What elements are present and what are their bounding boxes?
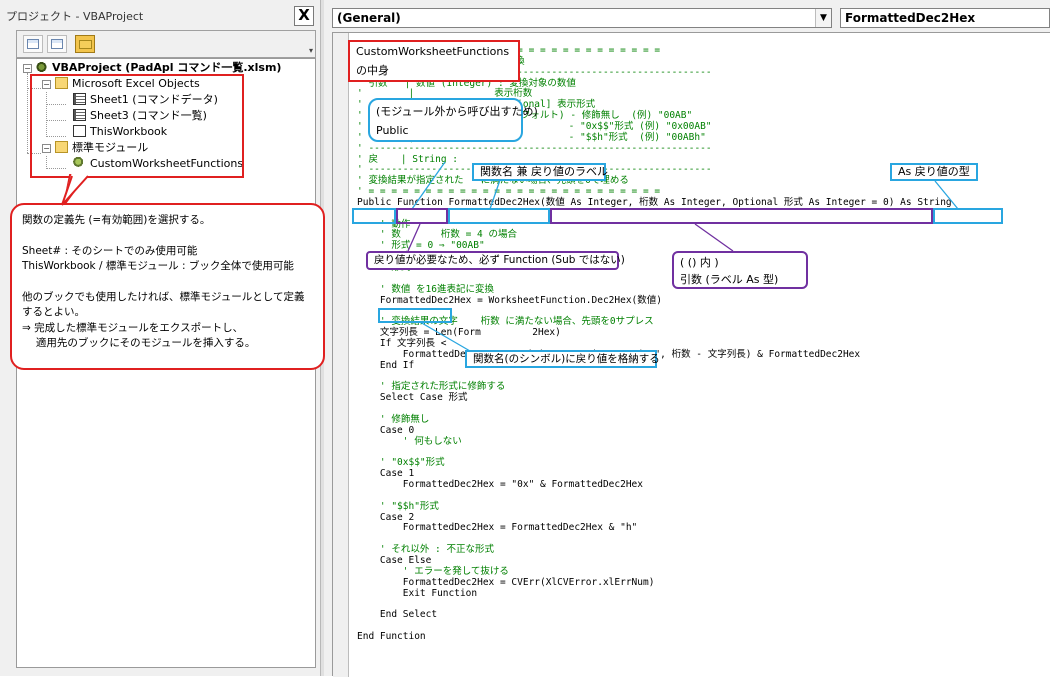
object-dropdown[interactable]: (General) ▼ (332, 8, 832, 28)
return-type-callout: As 戻り値の型 (890, 163, 978, 181)
vba-project-icon (35, 61, 48, 73)
toggle-folders-button[interactable] (75, 35, 95, 53)
code-line[interactable]: Exit Function (357, 588, 477, 600)
public-note-line: Public (376, 124, 409, 137)
scope-note-line: 他のブックでも使用したければ、標準モジュールとして定義するとよい。 (22, 290, 305, 319)
view-object-button[interactable] (47, 35, 67, 53)
module-contents-callout: CustomWorksheetFunctions の中身 (348, 40, 520, 82)
procedure-dropdown-value: FormattedDec2Hex (845, 11, 976, 25)
function-name-highlight (448, 208, 550, 224)
object-dropdown-value: (General) (337, 11, 401, 25)
toolbar-overflow-icon[interactable]: ▾ (309, 46, 313, 55)
symbol-note-callout: 関数名(のシンボル)に戻り値を格納する (465, 350, 660, 368)
code-line[interactable]: End Function (357, 631, 426, 643)
code-line[interactable]: FormattedDec2Hex = WorksheetFunction.Dec… (357, 295, 662, 307)
public-keyword-highlight (352, 208, 396, 224)
args-note-callout: ( () 内 ) 引数 (ラベル As 型) (672, 251, 808, 289)
procedure-dropdown[interactable]: FormattedDec2Hex (840, 8, 1050, 28)
return-symbol-highlight (378, 308, 452, 323)
code-line[interactable]: Select Case 形式 (357, 392, 468, 404)
code-line[interactable]: End If (357, 360, 414, 372)
public-note-callout: (モジュール外から呼び出すため) Public (368, 98, 538, 142)
tree-root-label: VBAProject (PadApl コマンド一覧.xlsm) (52, 61, 282, 74)
module-contents-line: CustomWorksheetFunctions (356, 45, 510, 58)
scope-note-line: 適用先のブックにそのモジュールを挿入する。 (22, 337, 256, 349)
collapse-toggle-root[interactable]: − (23, 64, 32, 73)
return-type-highlight (933, 208, 1003, 224)
project-explorer-title: プロジェクト - VBAProject (6, 10, 144, 23)
scope-note-line: ⇒ 完成した標準モジュールをエクスポートし、 (22, 321, 244, 334)
arguments-highlight (550, 208, 933, 224)
function-needed-callout: 戻り値が必要なため、必ず Function (Sub ではない) (366, 251, 625, 270)
scope-note-callout: 関数の定義先 (=有効範囲)を選択する。 Sheet# : そのシートでのみ使用… (10, 203, 325, 370)
scope-note-line: 関数の定義先 (=有効範囲)を選択する。 (22, 214, 211, 226)
code-line[interactable]: FormattedDec2Hex = FormattedDec2Hex & "h… (357, 522, 638, 534)
scope-note-line: Sheet# : そのシートでのみ使用可能 (22, 244, 198, 257)
project-explorer-titlebar: プロジェクト - VBAProject X (0, 0, 320, 30)
view-object-icon (51, 39, 63, 49)
project-toolbar: ▾ (16, 30, 316, 58)
chevron-down-icon[interactable]: ▼ (815, 9, 831, 27)
code-line[interactable]: FormattedDec2Hex = "0x" & FormattedDec2H… (357, 479, 643, 491)
module-contents-line: の中身 (356, 64, 389, 77)
toggle-folders-icon (79, 40, 92, 49)
code-line[interactable]: ' 何もしない (357, 436, 462, 448)
function-keyword-highlight (396, 208, 448, 224)
args-note-line: ( () 内 ) (680, 256, 719, 269)
view-code-icon (27, 39, 39, 49)
code-line[interactable]: End Select (357, 609, 437, 621)
close-button[interactable]: X (294, 6, 314, 26)
scope-note-line: ThisWorkbook / 標準モジュール : ブック全体で使用可能 (22, 260, 294, 272)
scope-highlight-box (30, 74, 244, 178)
public-note-line: (モジュール外から呼び出すため) (376, 105, 538, 118)
func-name-label-callout: 関数名 兼 戻り値のラベル (472, 163, 608, 181)
view-code-button[interactable] (23, 35, 43, 53)
args-note-line: 引数 (ラベル As 型) (680, 273, 779, 286)
margin-indicator-bar[interactable] (333, 33, 349, 677)
